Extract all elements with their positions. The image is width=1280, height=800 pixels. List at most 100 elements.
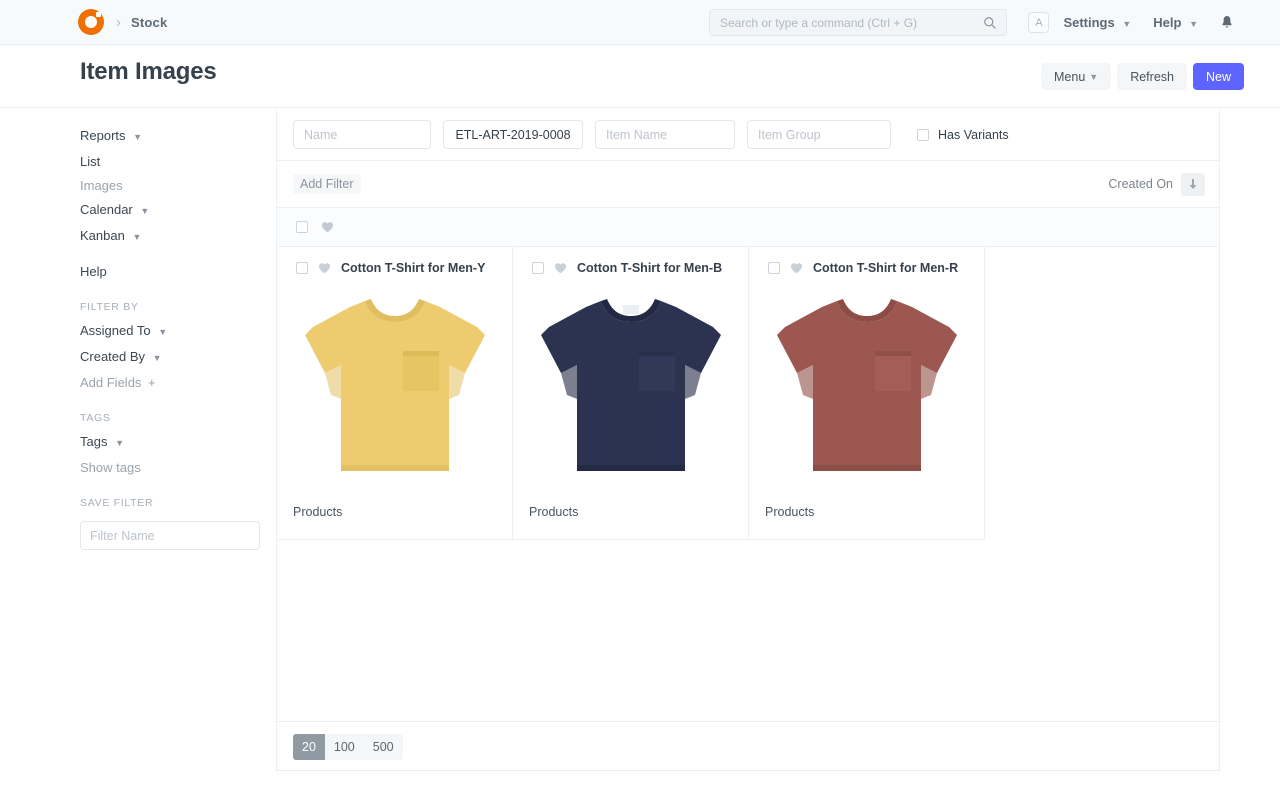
settings-menu[interactable]: Settings ▼ [1063,15,1131,30]
sidebar-item-label: Assigned To [80,323,151,338]
chevron-down-icon: ▼ [1189,19,1198,29]
card-title[interactable]: Cotton T-Shirt for Men-R [813,261,958,275]
sidebar-item-label: Kanban [80,228,125,243]
sort-direction-button[interactable] [1181,173,1205,196]
card-title[interactable]: Cotton T-Shirt for Men-B [577,261,722,275]
sort-field-selector[interactable]: Created On [1108,177,1173,191]
sidebar-spacer [80,254,270,264]
standard-filter-bar: Has Variants [277,109,1219,161]
sidebar-item-show-tags[interactable]: Show tags [80,460,270,475]
breadcrumb: › Stock [78,9,167,35]
menu-button[interactable]: Menu ▼ [1041,63,1111,90]
filter-has-variants[interactable]: Has Variants [917,128,1009,142]
card-select-checkbox[interactable] [296,262,308,274]
footer-divider [276,770,1220,771]
sidebar-item-add-fields[interactable]: Add Fields + [80,375,270,390]
add-filter-button[interactable]: Add Filter [293,174,361,194]
tshirt-navy-image [531,289,731,487]
search-input[interactable] [710,10,975,35]
list-select-bar [277,208,1219,247]
sidebar-section-save-filter: SAVE FILTER [80,497,270,509]
card-header: Cotton T-Shirt for Men-B [513,247,748,275]
sidebar-item-assigned-to[interactable]: Assigned To ▼ [80,323,270,340]
card-subtitle: Products [749,505,985,539]
sidebar-item-tags[interactable]: Tags ▼ [80,434,270,451]
sidebar-item-label: Created By [80,349,145,364]
sidebar-item-label: Reports [80,128,126,143]
erpnext-logo-icon[interactable] [78,9,104,35]
filter-actions-bar: Add Filter Created On [277,161,1219,208]
page-size-500[interactable]: 500 [364,734,403,760]
menu-button-label: Menu [1054,70,1085,84]
sidebar-section-tags: TAGS [80,412,270,424]
page-size-selector: 20 100 500 [293,734,403,760]
sidebar-item-created-by[interactable]: Created By ▼ [80,349,270,366]
top-navbar: › Stock A Settings ▼ Help ▼ [0,0,1280,45]
card-title[interactable]: Cotton T-Shirt for Men-Y [341,261,485,275]
chevron-down-icon: ▼ [132,230,141,245]
sidebar-item-kanban[interactable]: Kanban ▼ [80,228,270,245]
list-item[interactable]: Cotton T-Shirt for Men-R Products [749,247,985,540]
sidebar-section-filter-by: FILTER BY [80,301,270,313]
help-label: Help [1153,15,1181,30]
search-icon [983,16,997,30]
filter-item-group-input[interactable] [747,120,891,149]
sidebar-item-images[interactable]: Images [80,178,270,193]
save-filter-input[interactable] [80,521,260,550]
sidebar-item-label: Calendar [80,202,133,217]
list-item[interactable]: Cotton T-Shirt for Men-Y Products [277,247,513,540]
filter-code-input[interactable] [443,120,583,149]
image-card-grid: Cotton T-Shirt for Men-Y Products [277,247,1219,540]
has-variants-checkbox[interactable] [917,129,929,141]
chevron-down-icon: ▼ [1122,19,1131,29]
plus-icon: + [148,375,156,390]
chevron-down-icon: ▼ [140,204,149,219]
sidebar-item-label: Add Fields [80,375,141,390]
chevron-right-icon: › [116,14,121,31]
card-subtitle: Products [277,505,513,539]
card-image [749,285,985,490]
filter-item-name-input[interactable] [595,120,735,149]
chevron-down-icon: ▼ [133,130,142,145]
card-header: Cotton T-Shirt for Men-R [749,247,984,275]
page-title: Item Images [80,58,217,86]
heart-icon[interactable] [554,262,567,274]
sidebar-item-label: Tags [80,434,107,449]
help-menu[interactable]: Help ▼ [1153,15,1198,30]
navbar-right: A Settings ▼ Help ▼ [1028,0,1234,45]
tshirt-yellow-image [295,289,495,487]
avatar[interactable]: A [1028,12,1049,33]
sort-controls: Created On [1108,173,1205,196]
list-container: Has Variants Add Filter Created On [276,109,1220,771]
page-header: Item Images Menu ▼ Refresh New [0,45,1280,108]
sidebar-item-calendar[interactable]: Calendar ▼ [80,202,270,219]
card-select-checkbox[interactable] [768,262,780,274]
heart-icon[interactable] [318,262,331,274]
chevron-down-icon: ▼ [115,436,124,451]
new-button[interactable]: New [1193,63,1244,90]
heart-icon[interactable] [321,221,334,233]
heart-icon[interactable] [790,262,803,274]
chevron-down-icon: ▼ [1089,72,1098,82]
card-select-checkbox[interactable] [532,262,544,274]
sidebar-item-reports[interactable]: Reports ▼ [80,128,270,145]
page-actions: Menu ▼ Refresh New [1041,63,1244,90]
settings-label: Settings [1063,15,1114,30]
page-size-20[interactable]: 20 [293,734,325,760]
refresh-button[interactable]: Refresh [1117,63,1187,90]
page-size-100[interactable]: 100 [325,734,364,760]
list-item[interactable]: Cotton T-Shirt for Men-B Products [513,247,749,540]
sidebar-item-help[interactable]: Help [80,264,270,279]
bell-icon[interactable] [1220,15,1234,30]
breadcrumb-item-stock[interactable]: Stock [131,15,167,30]
sidebar: Reports ▼ List Images Calendar ▼ Kanban … [80,128,270,550]
chevron-down-icon: ▼ [153,351,162,366]
card-header: Cotton T-Shirt for Men-Y [277,247,512,275]
sidebar-item-list[interactable]: List [80,154,270,169]
global-search[interactable] [709,9,1007,36]
select-all-checkbox[interactable] [296,221,308,233]
card-image [277,285,513,490]
card-subtitle: Products [513,505,749,539]
filter-name-input[interactable] [293,120,431,149]
tshirt-red-image [767,289,967,487]
